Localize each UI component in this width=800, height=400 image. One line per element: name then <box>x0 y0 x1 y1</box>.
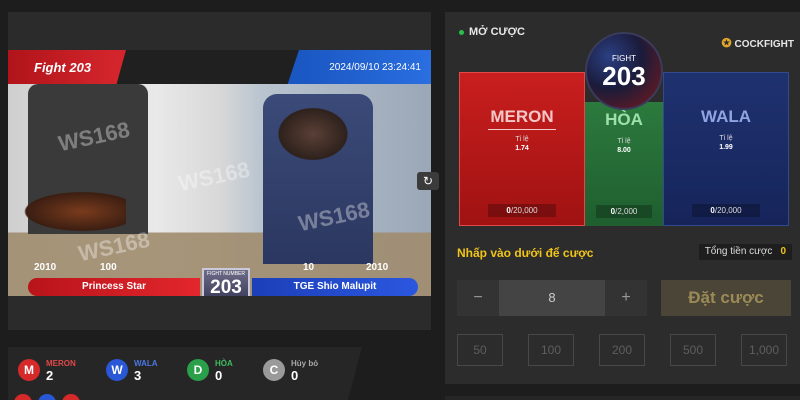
left-number: 2010 <box>34 262 57 273</box>
fight-tag: Fight 203 <box>8 50 126 86</box>
stat-meron-value: 2 <box>46 368 54 383</box>
left-number: 100 <box>100 262 117 273</box>
stat-draw-value: 0 <box>215 368 223 383</box>
refresh-icon[interactable]: ↻ <box>417 172 439 190</box>
draw-odds-value: 8.00 <box>617 147 631 154</box>
bet-panel: MỞ CƯỢC ✪ COCKFIGHT FIGHT 203 MERON Tỉ lệ… <box>445 12 800 384</box>
history-dots <box>14 394 80 400</box>
live-video-panel: Fight 203 2024/09/10 23:24:41 WS168 WS16… <box>8 12 439 330</box>
meron-fighter-name: Princess Star <box>28 278 200 296</box>
stat-wala-value: 3 <box>134 368 142 383</box>
watermark: WS168 <box>176 156 252 197</box>
total-bet-value: 0 <box>780 246 786 257</box>
decrease-button[interactable]: − <box>457 280 499 316</box>
draw-odds-label: Tỉ lệ <box>617 138 631 145</box>
video-stream[interactable]: WS168 WS168 WS168 WS168 2010 100 10 2010… <box>8 84 431 296</box>
betting-open-label: MỞ CƯỢC <box>469 26 525 38</box>
bet-option-meron[interactable]: MERON Tỉ lệ 1.74 0/20,000 <box>459 72 585 226</box>
wala-bet-amount: 0/20,000 <box>692 204 760 217</box>
fight-number-badge: FIGHT NUMBER 203 <box>202 268 250 296</box>
place-bet-button[interactable]: Đặt cược <box>661 280 791 316</box>
meron-title: MERON <box>488 107 556 130</box>
chip-row: 50 100 200 500 1,000 <box>457 334 787 366</box>
fight-circle-number: 203 <box>602 61 646 91</box>
brand-text: COCKFIGHT <box>734 39 794 50</box>
meron-bet-limit: /20,000 <box>510 206 538 215</box>
status-dot-icon <box>459 29 464 35</box>
wala-odds-value: 1.99 <box>719 144 733 151</box>
bet-amount-stepper: − 8 + <box>457 280 647 316</box>
bottom-strip <box>445 396 800 400</box>
app-root: Fight 203 2024/09/10 23:24:41 WS168 WS16… <box>0 0 800 400</box>
betting-open-status: MỞ CƯỢC <box>459 26 525 38</box>
chip-1000[interactable]: 1,000 <box>741 334 787 366</box>
stat-wala: W WALA 3 <box>106 359 158 383</box>
history-dot <box>14 394 32 400</box>
wala-fighter-name: TGE Shio Malupit <box>252 278 418 296</box>
draw-bet-amount: 0/2,000 <box>596 205 652 218</box>
right-number: 10 <box>303 262 315 273</box>
fight-number-badge-value: 203 <box>210 277 242 297</box>
wala-odds-label: Tỉ lệ <box>719 135 733 142</box>
stream-datetime: 2024/09/10 23:24:41 <box>287 50 431 86</box>
total-bet-label: Tổng tiền cược <box>704 246 773 257</box>
history-dot <box>62 394 80 400</box>
right-number: 2010 <box>366 262 389 273</box>
bet-prompt: Nhấp vào dưới để cược <box>457 246 594 260</box>
bet-amount-input[interactable]: 8 <box>499 280 605 316</box>
chip-200[interactable]: 200 <box>599 334 645 366</box>
draw-bet-limit: /2,000 <box>615 207 638 216</box>
history-dot <box>38 394 56 400</box>
stat-meron-badge: M <box>18 359 40 381</box>
stat-cancel-value: 0 <box>291 368 299 383</box>
chip-100[interactable]: 100 <box>528 334 574 366</box>
meron-odds-value: 1.74 <box>515 145 529 152</box>
stat-draw: D HÒA 0 <box>187 359 233 383</box>
chip-500[interactable]: 500 <box>670 334 716 366</box>
stat-meron: M MERON 2 <box>18 359 76 383</box>
brand-label: ✪ COCKFIGHT <box>721 36 794 50</box>
bet-option-wala[interactable]: WALA Tỉ lệ 1.99 0/20,000 <box>663 72 789 226</box>
stat-draw-badge: D <box>187 359 209 381</box>
fight-number-circle: FIGHT 203 <box>585 32 663 110</box>
draw-title: HÒA <box>605 110 643 129</box>
stat-cancel-badge: C <box>263 359 285 381</box>
rooster-icon: ✪ <box>721 36 732 50</box>
meron-bet-amount: 0/20,000 <box>488 204 556 217</box>
stat-wala-badge: W <box>106 359 128 381</box>
rooster-left <box>16 189 126 234</box>
total-bet-box: Tổng tiền cược 0 <box>698 244 792 260</box>
increase-button[interactable]: + <box>605 280 647 316</box>
bet-option-draw[interactable]: HÒA Tỉ lệ 8.00 0/2,000 <box>585 102 663 226</box>
wala-bet-limit: /20,000 <box>714 206 742 215</box>
meron-odds-label: Tỉ lệ <box>515 136 529 143</box>
stat-cancel: C Hủy bỏ 0 <box>263 359 318 383</box>
rooster-right <box>273 104 353 164</box>
results-summary-bar: M MERON 2 W WALA 3 D HÒA 0 C Hủy bỏ 0 <box>8 347 362 400</box>
chip-50[interactable]: 50 <box>457 334 503 366</box>
wala-title: WALA <box>700 107 752 126</box>
